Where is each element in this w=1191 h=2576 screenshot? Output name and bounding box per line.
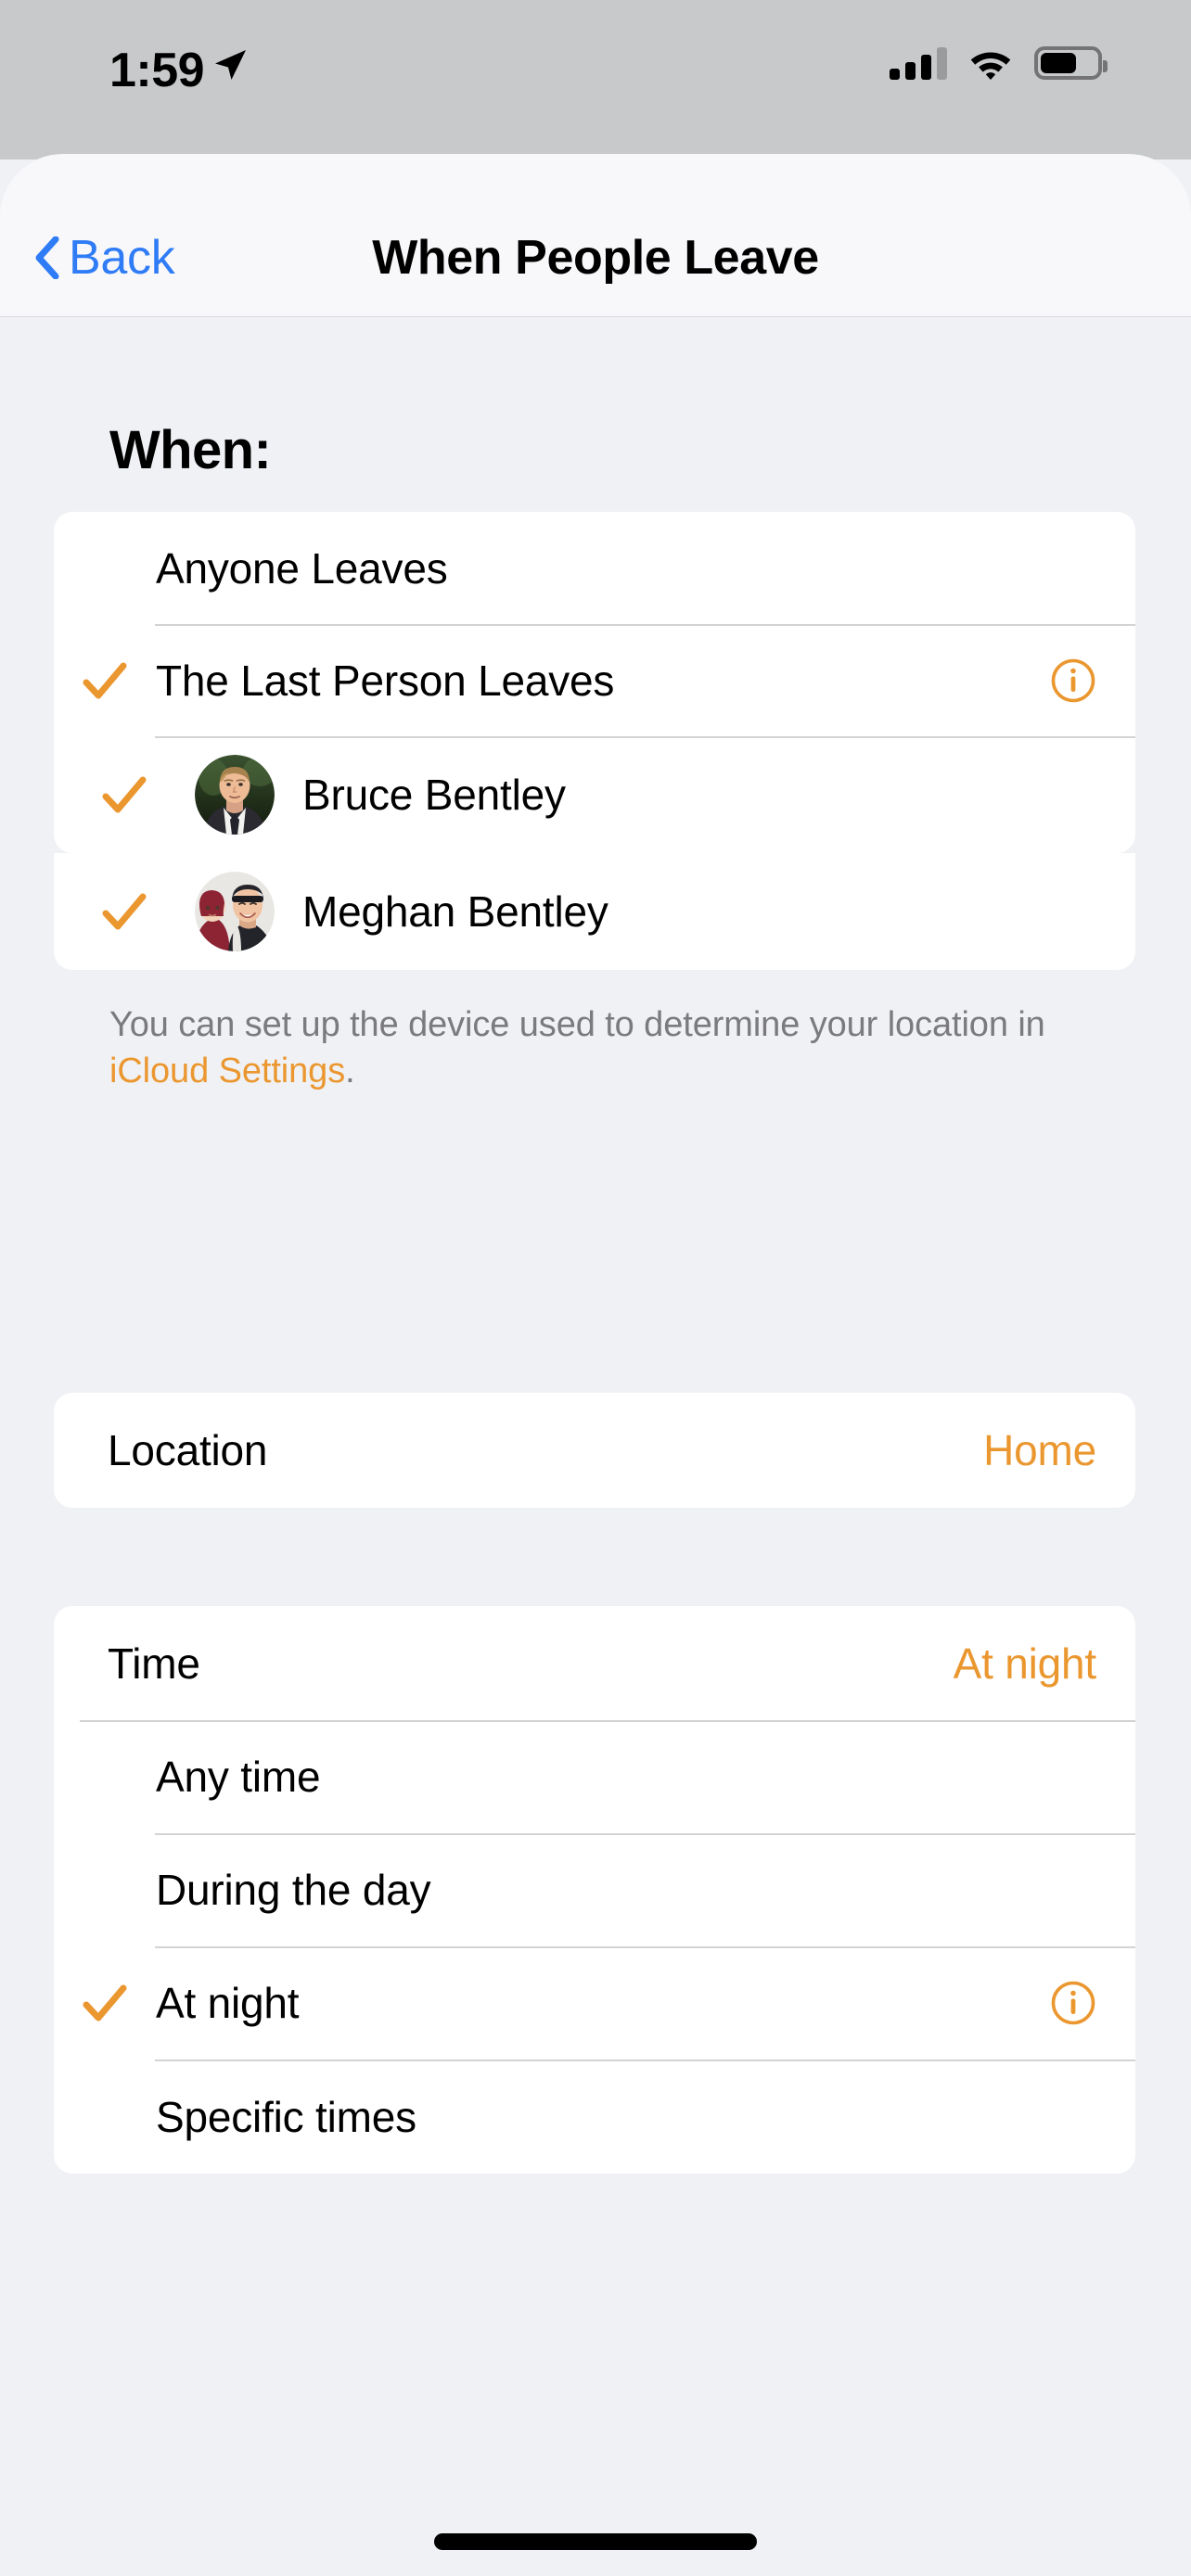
checkmark-slot [54,1866,156,1914]
checkmark-slot [54,1753,156,1801]
option-anyone-leaves[interactable]: Anyone Leaves [54,512,1135,624]
checkmark-icon [100,887,148,936]
option-any-time[interactable]: Any time [54,1720,1135,1833]
person-row-bruce-bentley[interactable]: Bruce Bentley [54,736,1135,853]
option-label: During the day [156,1865,1135,1915]
checkmark-icon [81,1979,129,2027]
location-value: Home [983,1425,1135,1475]
location-device-footnote: You can set up the device used to determ… [109,1001,1093,1094]
when-options-card: Anyone Leaves The Last Person Leaves [54,512,1135,853]
option-at-night[interactable]: At night [54,1946,1135,2060]
option-label: The Last Person Leaves [156,656,1050,706]
wifi-icon [967,46,1014,80]
battery-icon [1034,46,1102,80]
iphone-screen: 1:59 Back When People Leave [0,0,1191,2576]
navigation-bar: Back When People Leave [0,154,1191,317]
checkmark-slot [54,887,195,936]
cellular-signal-icon [890,46,947,80]
when-section-heading: When: [109,419,271,481]
checkmark-slot [54,657,156,705]
checkmark-icon [81,657,129,705]
page-title: When People Leave [0,230,1191,286]
person-row-meghan-bentley[interactable]: Meghan Bentley [54,853,1135,970]
checkmark-icon [100,771,148,819]
checkmark-slot [54,544,156,593]
time-row[interactable]: Time At night [54,1606,1135,1720]
time-card: Time At night Any time [54,1606,1135,2174]
checkmark-slot [54,1979,156,2027]
info-circle-icon[interactable] [1050,657,1096,704]
people-card-continued: Meghan Bentley [54,853,1135,970]
option-label: Any time [156,1752,1135,1802]
home-indicator[interactable] [434,2533,757,2550]
footnote-text-before: You can set up the device used to determ… [109,1005,1045,1044]
footnote-text-after: . [345,1052,354,1090]
status-bar: 1:59 [0,0,1191,159]
avatar-photo-bruce [195,755,275,835]
option-label: Anyone Leaves [156,543,1135,593]
option-specific-times[interactable]: Specific times [54,2060,1135,2174]
time-value: At night [954,1639,1135,1689]
location-row[interactable]: Location Home [54,1393,1135,1508]
location-label: Location [108,1425,983,1475]
checkmark-slot [54,2093,156,2141]
content-area: When: Anyone Leaves The [0,317,1191,2576]
person-name: Bruce Bentley [302,770,1135,820]
option-during-the-day[interactable]: During the day [54,1833,1135,1946]
option-the-last-person-leaves[interactable]: The Last Person Leaves [54,624,1135,736]
info-circle-icon[interactable] [1050,1980,1096,2026]
time-label: Time [108,1639,954,1689]
location-arrow-icon [211,46,249,83]
person-name: Meghan Bentley [302,886,1135,937]
status-bar-clock: 1:59 [109,43,204,98]
location-card: Location Home [54,1393,1135,1508]
option-label: At night [156,1978,1050,2028]
option-label: Specific times [156,2092,1135,2142]
status-bar-indicators [890,46,1102,80]
avatar-photo-meghan [195,872,275,951]
icloud-settings-link[interactable]: iCloud Settings [109,1052,345,1090]
checkmark-slot [54,771,195,819]
